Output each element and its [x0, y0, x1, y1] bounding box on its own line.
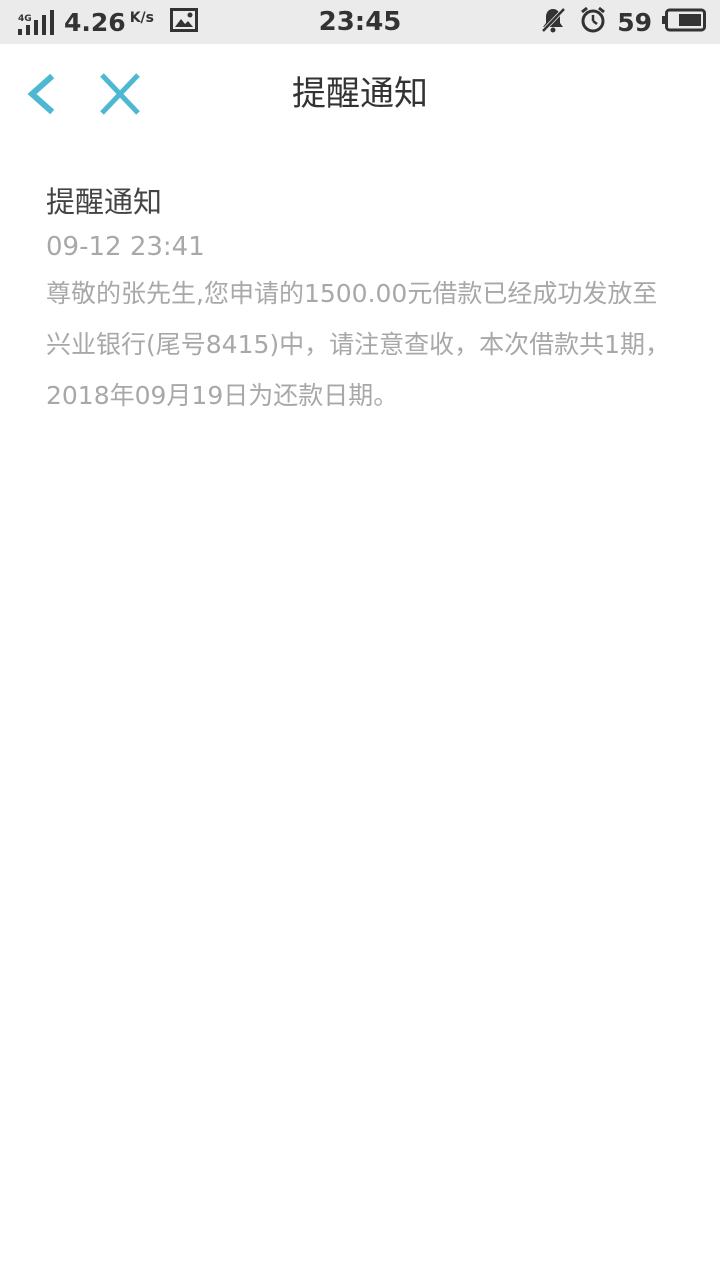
notification-time: 09-12 23:41	[46, 232, 205, 262]
battery-icon	[662, 8, 706, 36]
nav-bar: 提醒通知	[0, 44, 720, 144]
notification-body: 尊敬的张先生,您申请的1500.00元借款已经成功发放至兴业银行(尾号8415)…	[46, 279, 671, 410]
notification-detail: 提醒通知 09-12 23:41 尊敬的张先生,您申请的1500.00元借款已经…	[46, 180, 680, 421]
bell-muted-icon	[539, 6, 567, 38]
status-bar: 4G 4.26 K/s 23:45 59	[0, 0, 720, 44]
alarm-icon	[579, 6, 607, 38]
page-title: 提醒通知	[292, 74, 428, 114]
status-right: 59	[539, 0, 706, 44]
battery-level: 59	[617, 7, 652, 37]
notification-title: 提醒通知	[46, 185, 163, 219]
